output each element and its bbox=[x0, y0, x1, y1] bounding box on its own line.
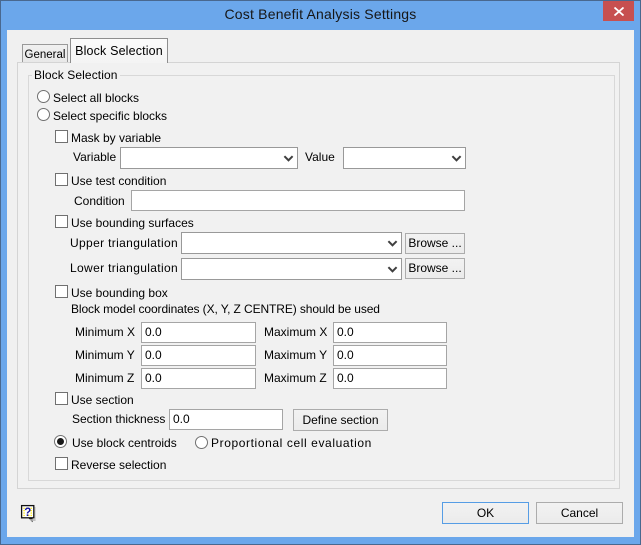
svg-text:?: ? bbox=[24, 507, 31, 519]
